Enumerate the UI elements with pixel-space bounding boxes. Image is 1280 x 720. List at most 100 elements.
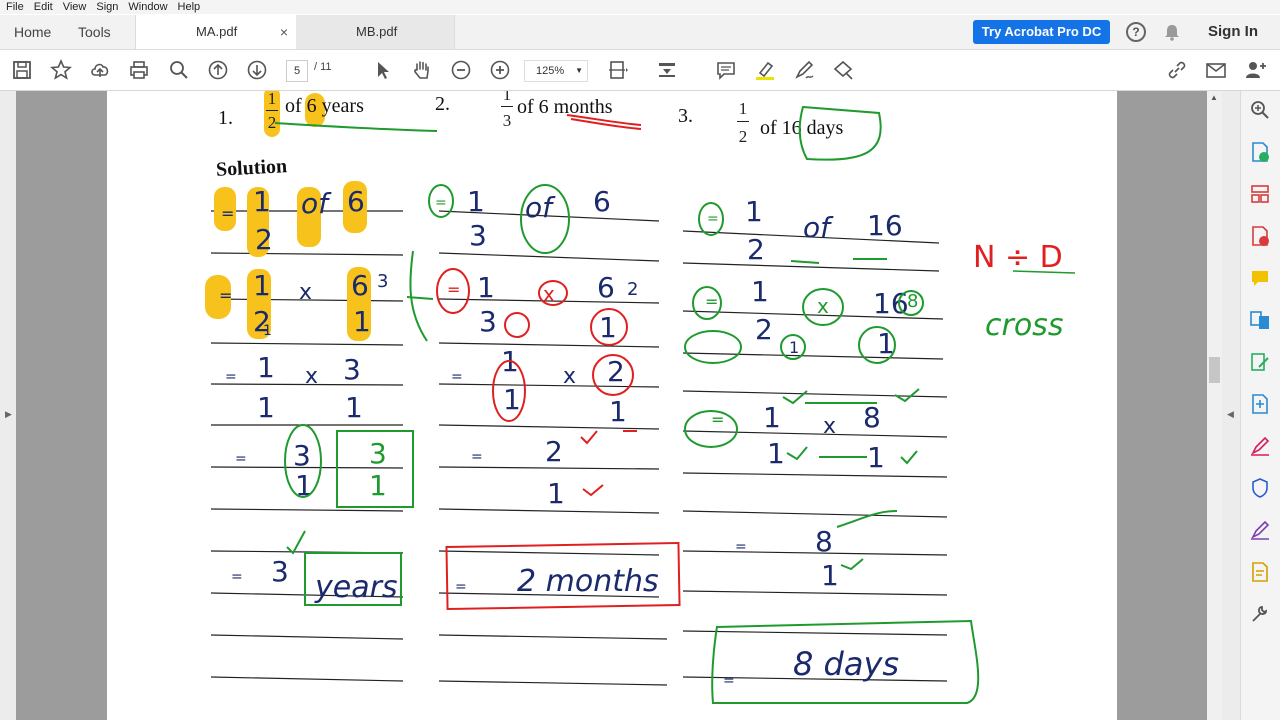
svg-text:1: 1 [369,469,387,502]
link-icon[interactable] [1165,58,1189,82]
scroll-up-icon[interactable]: ▲ [1210,93,1218,102]
upload-icon[interactable] [88,58,112,82]
svg-text:=: = [455,579,467,595]
expand-left-icon: ▶ [5,409,12,419]
svg-text:2: 2 [627,279,638,300]
organize-pages-icon[interactable] [1249,183,1273,207]
create-pdf-icon[interactable] [1249,225,1273,249]
toolbar: 5 / 11 125% ▼ [0,50,1280,91]
tab-tools[interactable]: Tools [78,15,111,49]
highlight-icon[interactable] [753,58,777,82]
tab-document-mb[interactable]: MB.pdf [296,15,455,49]
scroll-mode-icon[interactable] [655,58,679,82]
svg-text:2: 2 [545,435,563,468]
save-icon[interactable] [10,58,34,82]
close-icon[interactable]: × [280,15,288,49]
svg-text:x: x [563,364,576,389]
stamp-icon[interactable] [831,58,855,82]
send-for-review-icon[interactable] [1249,561,1273,585]
right-panel-toggle[interactable]: ◀ [1222,91,1240,720]
menu-edit[interactable]: Edit [34,1,53,13]
svg-text:=: = [707,211,719,227]
svg-text:2: 2 [747,233,765,266]
svg-text:1: 1 [253,185,271,218]
request-signature-icon[interactable] [1249,519,1273,543]
tab-document-ma[interactable]: MA.pdf × [135,15,297,49]
svg-text:16: 16 [867,209,903,242]
svg-text:x: x [823,414,836,439]
protect-icon[interactable] [1249,477,1273,501]
page-down-icon[interactable] [245,58,269,82]
notification-bell-icon[interactable] [1163,23,1181,41]
svg-text:8: 8 [863,401,881,434]
more-tools-icon[interactable] [1249,603,1273,627]
svg-text:3: 3 [479,305,497,338]
svg-text:3: 3 [377,271,388,292]
svg-text:3: 3 [271,555,289,588]
star-icon[interactable] [49,58,73,82]
svg-text:1: 1 [751,275,769,308]
tab-home[interactable]: Home [14,15,51,49]
svg-text:x: x [305,364,318,389]
menu-help[interactable]: Help [178,1,201,13]
svg-text:1: 1 [263,323,272,339]
zoom-out-icon[interactable] [449,58,473,82]
fit-page-icon[interactable] [606,58,630,82]
svg-text:1: 1 [867,441,885,474]
svg-text:2 months: 2 months [517,564,659,599]
left-panel-toggle[interactable]: ▶ [0,91,16,720]
comment-icon[interactable] [714,58,738,82]
help-icon[interactable]: ? [1126,22,1146,42]
page-number-input[interactable]: 5 [286,60,308,82]
zoom-in-icon[interactable] [488,58,512,82]
zoom-select[interactable]: 125% ▼ [524,60,588,82]
svg-text:of: of [803,211,834,244]
svg-text:3: 3 [343,353,361,386]
combine-files-icon[interactable] [1249,309,1273,333]
svg-text:16: 16 [873,287,909,320]
vertical-scrollbar[interactable]: ▲ [1207,91,1222,720]
svg-text:years: years [314,570,398,605]
svg-text:8 days: 8 days [793,645,899,683]
hand-icon[interactable] [410,58,434,82]
svg-text:3: 3 [369,437,387,470]
svg-text:x: x [299,280,312,305]
sign-in-button[interactable]: Sign In [1208,15,1258,49]
zoom-value: 125% [536,65,565,77]
menu-sign[interactable]: Sign [96,1,118,13]
svg-text:1: 1 [353,305,371,338]
fill-sign-icon[interactable] [1249,435,1273,459]
svg-text:1: 1 [257,351,275,384]
svg-text:=: = [471,449,483,465]
select-icon[interactable] [371,58,395,82]
export-pdf-icon[interactable] [1249,141,1273,165]
svg-text:=: = [235,451,247,467]
svg-text:1: 1 [503,383,521,416]
comment-panel-icon[interactable] [1249,267,1273,291]
search-icon[interactable] [167,58,191,82]
svg-text:1: 1 [345,391,363,424]
menu-bar: File Edit View Sign Window Help [0,0,1280,14]
svg-text:8: 8 [907,291,918,312]
menu-window[interactable]: Window [128,1,167,13]
draw-icon[interactable] [792,58,816,82]
collapse-right-icon: ◀ [1227,409,1234,419]
menu-file[interactable]: File [6,1,24,13]
side-note-rule: N ÷ D [973,240,1063,275]
svg-text:=: = [451,369,463,385]
zoom-icon[interactable] [1249,99,1273,123]
scrollbar-thumb[interactable] [1209,357,1220,383]
edit-pdf-icon[interactable] [1249,351,1273,375]
menu-view[interactable]: View [63,1,87,13]
page-up-icon[interactable] [206,58,230,82]
print-icon[interactable] [127,58,151,82]
add-user-icon[interactable] [1243,58,1267,82]
compress-icon[interactable] [1249,393,1273,417]
svg-text:1: 1 [789,338,799,357]
svg-text:8: 8 [815,525,833,558]
try-acrobat-pro-button[interactable]: Try Acrobat Pro DC [973,20,1110,44]
svg-text:=: = [219,286,232,305]
svg-text:2: 2 [607,355,625,388]
mail-icon[interactable] [1204,58,1228,82]
page-total: / 11 [314,61,332,73]
